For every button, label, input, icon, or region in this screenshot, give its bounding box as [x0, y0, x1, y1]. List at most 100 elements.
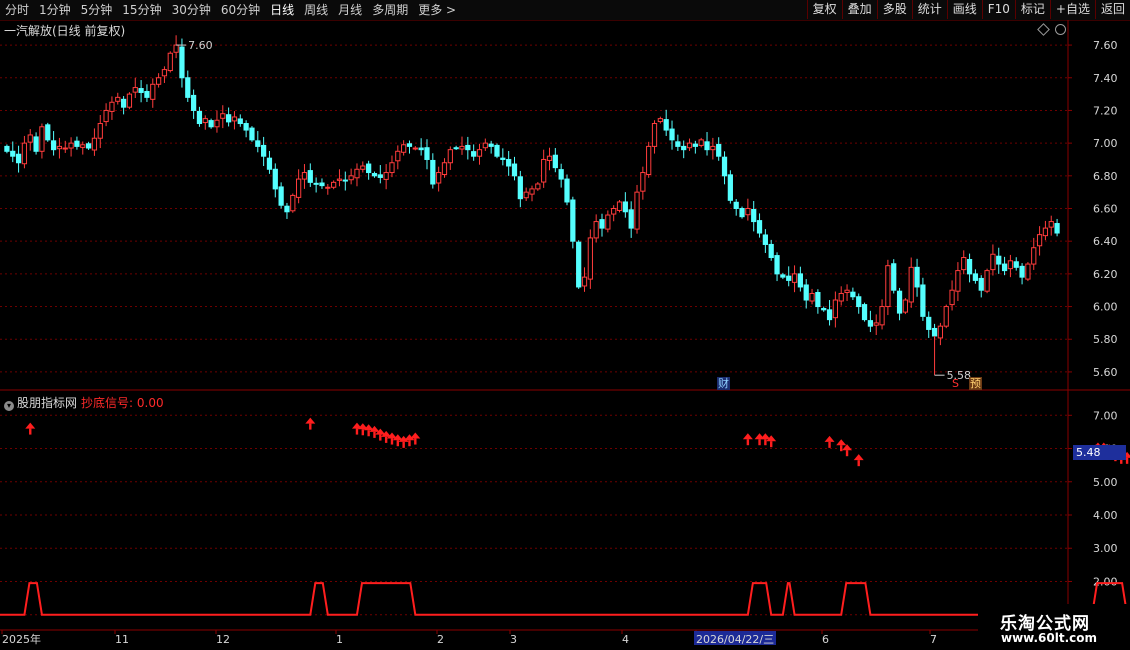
main-tick-label: 7.60 [1093, 39, 1118, 52]
buy-arrow [853, 454, 864, 467]
candle-body [710, 145, 716, 151]
buy-arrow [305, 417, 316, 430]
candle-body [336, 178, 343, 181]
candle-body [651, 123, 658, 147]
candle-body [50, 140, 57, 151]
candle-body [920, 284, 926, 317]
time-label: 11 [115, 633, 129, 646]
buy-arrow-head [836, 439, 847, 446]
time-label: 2026/04/22/三 [696, 633, 774, 646]
forecast-marker[interactable]: 预 [969, 377, 982, 390]
candle-body [628, 209, 634, 229]
candle-body [21, 142, 28, 165]
candle-body [1048, 221, 1054, 228]
candle-body [56, 145, 63, 150]
candle-body [103, 109, 109, 123]
main-panel-title: 一汽解放(日线 前复权) [4, 22, 125, 39]
buy-arrow-shaft [361, 429, 365, 436]
candle-body [1042, 227, 1049, 237]
candle-body [1019, 265, 1025, 278]
buy-arrow-shaft [758, 439, 761, 446]
candle-body [173, 44, 179, 53]
candle-body [261, 144, 267, 157]
main-tick-label: 7.00 [1093, 137, 1118, 150]
candle-body [902, 299, 909, 313]
candle-body [482, 142, 488, 149]
candle-body [646, 145, 652, 176]
buy-arrow-shaft [390, 438, 394, 445]
buy-arrow-head [410, 432, 421, 439]
candle-body [949, 289, 955, 306]
ind-tick-label: 5.00 [1093, 476, 1118, 489]
buy-arrow-shaft [402, 441, 405, 448]
candle-body [739, 208, 745, 218]
main-tick-label: 6.40 [1093, 235, 1118, 248]
candle-body [896, 290, 903, 314]
candle-body [406, 143, 413, 147]
candle-body [348, 175, 354, 181]
indicator-name[interactable]: 股朋指标网 [17, 396, 77, 410]
candle-body [511, 163, 518, 177]
candle-body [931, 327, 938, 337]
candle-body [844, 289, 850, 294]
candle-body [266, 157, 273, 170]
candle-body [873, 322, 879, 326]
candle-body [307, 170, 313, 183]
candle-body [301, 172, 308, 180]
candle-body [120, 98, 127, 108]
candle-body [500, 157, 506, 160]
candle-body [319, 182, 325, 187]
buy-arrow-shaft [396, 440, 400, 447]
buy-arrow-shaft [770, 441, 773, 448]
candle-body [401, 144, 407, 153]
buy-arrow-shaft [845, 450, 849, 457]
candle-body [377, 174, 383, 178]
s-marker[interactable]: S [951, 377, 960, 390]
candle-body [150, 83, 156, 100]
candle-body [955, 270, 961, 292]
candle-body [657, 118, 663, 123]
candle-body [797, 273, 803, 288]
candle-body [908, 266, 914, 303]
candle-body [325, 186, 331, 189]
buy-arrow [25, 422, 36, 435]
candle-body [383, 172, 389, 180]
candle-body [546, 155, 553, 161]
buy-arrow [824, 435, 835, 448]
candle-body [1007, 260, 1014, 270]
buy-arrow-shaft [746, 439, 750, 446]
candle-body [832, 299, 838, 319]
candle-body [891, 263, 897, 291]
time-label: 2025年 [2, 632, 41, 646]
candle-body [354, 168, 360, 179]
buy-arrow-shaft [857, 460, 860, 467]
buy-arrow-shaft [373, 431, 376, 438]
candle-body [506, 158, 512, 167]
candle-body [471, 151, 477, 157]
candle-body [716, 143, 722, 157]
candle-body [692, 143, 698, 147]
candle-body [552, 154, 558, 169]
circle-icon[interactable] [1055, 24, 1066, 35]
candle-body [751, 208, 757, 223]
candle-body [1031, 247, 1037, 265]
candle-body [570, 199, 576, 242]
buy-arrow-shaft [355, 428, 359, 435]
finance-marker[interactable]: 财 [717, 377, 730, 390]
candle-body [15, 153, 22, 164]
candle-body [850, 291, 856, 298]
candle-body [488, 143, 494, 147]
stock-chart[interactable]: 7.60 7.40 7.20 7.00 6.80 6.60 6.40 6.20 6.00 5.80… [0, 0, 1130, 650]
candle-body [331, 181, 337, 188]
candle-body [441, 162, 448, 176]
candle-body [996, 255, 1002, 265]
candle-body [721, 156, 728, 177]
indicator-panel-title: ▾ 股朋指标网 抄底信号: 0.00 [4, 394, 164, 411]
buy-arrow-shaft [408, 440, 411, 447]
main-tick-label: 6.20 [1093, 268, 1118, 281]
candle-body [593, 221, 599, 239]
buy-arrow-shaft [828, 441, 831, 448]
buy-arrow-shaft [384, 436, 388, 443]
buy-arrow-shaft [840, 445, 843, 452]
collapse-icon[interactable]: ▾ [4, 401, 14, 411]
